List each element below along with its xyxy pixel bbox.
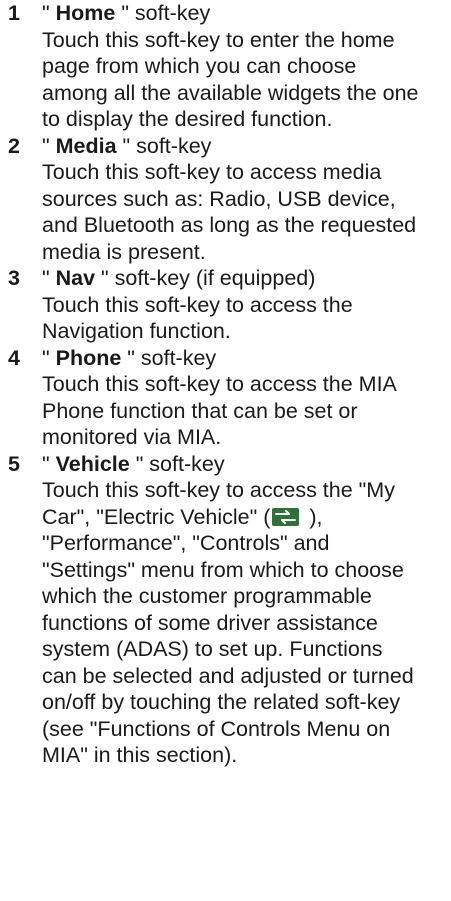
item-heading: " Media " soft-key xyxy=(42,133,422,160)
item-description: Touch this soft-key to access the MIA Ph… xyxy=(42,372,396,449)
list-item-nav: 3 " Nav " soft-key (if equipped) Touch t… xyxy=(0,265,451,345)
item-heading: " Vehicle " soft-key xyxy=(42,451,422,478)
item-description: Touch this soft-key to access the Naviga… xyxy=(42,292,353,344)
item-number: 2 xyxy=(8,133,20,158)
electric-vehicle-icon xyxy=(272,506,300,526)
heading-suffix: " soft-key xyxy=(116,133,212,158)
quote-open: " xyxy=(42,1,56,25)
item-body: " Phone " soft-key Touch this soft-key t… xyxy=(42,345,422,451)
item-number: 4 xyxy=(8,345,20,370)
list-item-phone: 4 " Phone " soft-key Touch this soft-key… xyxy=(0,345,451,451)
quote-open: " xyxy=(42,345,56,370)
item-number: 5 xyxy=(8,451,20,476)
item-heading: " Home " soft-key xyxy=(42,0,422,27)
item-number: 1 xyxy=(8,1,20,25)
item-heading: " Nav " soft-key (if equipped) xyxy=(42,265,422,292)
item-body: " Media " soft-key Touch this soft-key t… xyxy=(42,133,422,266)
key-name: Home xyxy=(55,1,116,25)
manual-page: 1 " Home " soft-key Touch this soft-key … xyxy=(0,0,451,901)
list-item-home: 1 " Home " soft-key Touch this soft-key … xyxy=(0,0,451,133)
heading-suffix: " soft-key xyxy=(129,451,225,476)
heading-suffix: " soft-key xyxy=(115,1,211,25)
item-description: Touch this soft-key to access the "My Ca… xyxy=(42,477,422,769)
electric-vehicle-icon-graphic xyxy=(272,507,300,526)
description-part-2: ), "Performance", "Controls" and "Settin… xyxy=(42,504,414,768)
item-body: " Nav " soft-key (if equipped) Touch thi… xyxy=(42,265,422,345)
key-name: Phone xyxy=(55,345,122,370)
item-number: 3 xyxy=(8,266,20,290)
quote-open: " xyxy=(42,451,56,476)
item-body: " Vehicle " soft-key Touch this soft-key… xyxy=(42,451,422,769)
quote-open: " xyxy=(42,266,56,290)
heading-suffix: " soft-key xyxy=(121,345,217,370)
item-body: " Home " soft-key Touch this soft-key to… xyxy=(42,0,422,133)
description-part-1: Touch this soft-key to access the "My Ca… xyxy=(42,478,395,529)
item-heading: " Phone " soft-key xyxy=(42,345,422,372)
item-description: Touch this soft-key to access media sour… xyxy=(42,160,417,264)
list-item-vehicle: 5 " Vehicle " soft-key Touch this soft-k… xyxy=(0,451,451,769)
key-name: Vehicle xyxy=(55,451,130,476)
key-name: Nav xyxy=(55,266,96,290)
quote-open: " xyxy=(42,133,56,158)
key-name: Media xyxy=(55,133,117,158)
list-item-media: 2 " Media " soft-key Touch this soft-key… xyxy=(0,133,451,266)
heading-suffix: " soft-key (if equipped) xyxy=(95,266,316,290)
item-description: Touch this soft-key to enter the home pa… xyxy=(42,27,419,132)
